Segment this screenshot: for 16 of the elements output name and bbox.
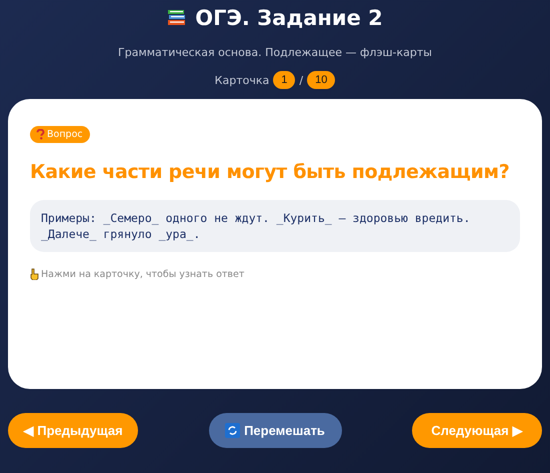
page-title: ОГЭ. Задание 2 — [195, 6, 383, 30]
current-card-number: 1 — [273, 71, 296, 89]
hint-text: Нажми на карточку, чтобы узнать ответ — [41, 268, 244, 280]
question-tag-label: Вопрос — [47, 129, 83, 140]
examples-text: Примеры: _Семеро_ одного не ждут. _Курить_ — здоровью вредить. _Далече_ грянуло _ура_. — [30, 200, 520, 252]
question-text: Какие части речи могут быть подлежащим? — [30, 161, 510, 183]
books-icon — [167, 8, 188, 28]
counter-label: Карточка — [214, 74, 270, 86]
subtitle: Грамматическая основа. Подлежащее — флэш-карты — [118, 46, 432, 59]
pointing-hand-icon — [30, 268, 39, 280]
question-mark-icon — [36, 129, 45, 140]
total-card-count: 10 — [307, 71, 336, 89]
shuffle-icon — [225, 423, 240, 438]
flash-card[interactable]: Вопрос Какие части речи могут быть подлежащим? Примеры: _Семеро_ одного не ждут. _Курить_ — здоровью вредить. _Далече_ грянуло _ура_. Нажми на карточку, чтобы узнать ответ — [8, 99, 542, 389]
shuffle-button[interactable]: Перемешать — [208, 413, 342, 448]
counter-separator: / — [299, 74, 304, 86]
